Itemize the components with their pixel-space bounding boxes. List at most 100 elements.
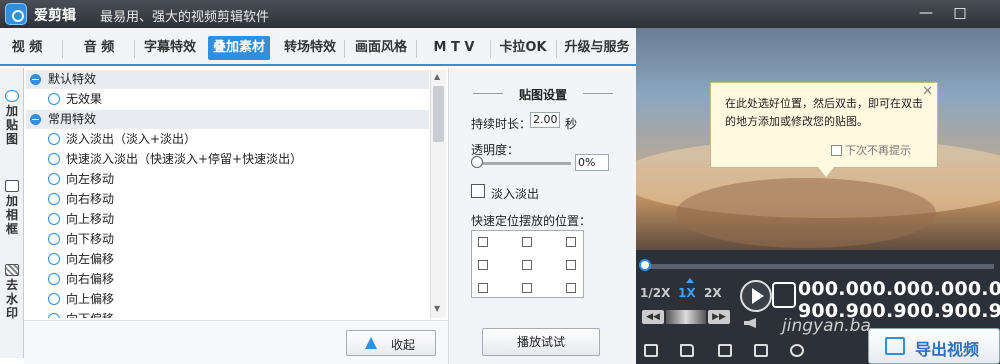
effect-label: 向下偏移: [66, 310, 114, 318]
position-bottom-right[interactable]: [566, 283, 576, 293]
radio-button[interactable]: [48, 253, 60, 265]
list-item[interactable]: 向右移动: [26, 190, 429, 209]
scroll-up-icon[interactable]: ▲: [434, 72, 440, 81]
tab-audio[interactable]: 音 频: [72, 36, 126, 60]
new-file-icon[interactable]: [644, 344, 658, 357]
side-tab-remove-watermark[interactable]: 去 水 印: [0, 250, 24, 320]
scroll-down-icon[interactable]: ▼: [434, 304, 440, 313]
fade-checkbox[interactable]: [471, 184, 485, 198]
position-bottom-center[interactable]: [522, 283, 532, 293]
radio-button[interactable]: [48, 93, 60, 105]
tab-divider: [416, 40, 417, 58]
share-icon[interactable]: [790, 344, 804, 357]
effect-label: 快速淡入淡出（快速淡入+停留+快速淡出）: [66, 152, 303, 166]
list-item[interactable]: 向左移动: [26, 170, 429, 189]
opacity-input[interactable]: 0%: [575, 154, 609, 171]
position-top-center[interactable]: [522, 237, 532, 247]
list-item[interactable]: 向上移动: [26, 210, 429, 229]
tab-overlay-materials[interactable]: 叠加素材: [208, 36, 270, 60]
tooltip-text: 在此处选好位置，然后双击，即可在双击的地方添加或修改您的贴图。: [725, 97, 923, 128]
title-bar: 爱剪辑 最易用、强大的视频剪辑软件 — □: [0, 0, 1000, 28]
tab-video[interactable]: 视 频: [4, 36, 50, 60]
radio-button[interactable]: [48, 313, 60, 318]
effect-label: 淡入淡出（淡入+淡出）: [66, 132, 197, 146]
tab-picture-style[interactable]: 画面风格: [350, 36, 412, 60]
radio-button[interactable]: [48, 213, 60, 225]
radio-button[interactable]: [48, 293, 60, 305]
help-icon[interactable]: [754, 344, 768, 357]
position-center[interactable]: [522, 260, 532, 270]
list-item[interactable]: 向左偏移: [26, 250, 429, 269]
list-item[interactable]: 淡入淡出（淡入+淡出）: [26, 130, 429, 149]
export-video-button[interactable]: 导出视频: [868, 328, 1000, 364]
step-forward-button[interactable]: ▶▶: [708, 310, 730, 324]
effect-list-scrollbar[interactable]: ▲ ▼: [430, 70, 446, 318]
list-item[interactable]: 快速淡入淡出（快速淡入+停留+快速淡出）: [26, 150, 429, 169]
group-header-default[interactable]: 默认特效: [26, 70, 429, 89]
minimize-button[interactable]: —: [916, 4, 936, 22]
tab-mtv[interactable]: M T V: [424, 36, 484, 60]
position-middle-left[interactable]: [478, 260, 488, 270]
radio-button[interactable]: [48, 153, 60, 165]
step-back-button[interactable]: ◀◀: [642, 310, 664, 324]
play-button[interactable]: [740, 280, 772, 312]
tab-karaoke[interactable]: 卡拉OK: [496, 36, 550, 60]
scroll-thumb[interactable]: [433, 86, 444, 142]
open-folder-icon[interactable]: [680, 344, 694, 357]
position-grid: [471, 230, 584, 298]
speed-1x[interactable]: 1X: [678, 286, 696, 300]
list-item[interactable]: 向右偏移: [26, 270, 429, 289]
radio-button[interactable]: [48, 273, 60, 285]
playback-progress-bar[interactable]: [642, 264, 994, 269]
hint-tooltip: 在此处选好位置，然后双击，即可在双击的地方添加或修改您的贴图。 ✕ 下次不再提示: [710, 82, 938, 168]
collapse-group-icon[interactable]: [30, 74, 41, 85]
collapse-button[interactable]: 收起: [346, 330, 436, 356]
tab-transitions[interactable]: 转场特效: [280, 36, 340, 60]
progress-handle[interactable]: [639, 259, 651, 271]
position-bottom-left[interactable]: [478, 283, 488, 293]
effect-label: 向左偏移: [66, 252, 115, 266]
speed-2x[interactable]: 2X: [704, 286, 722, 300]
effect-label: 向下移动: [66, 232, 115, 246]
tab-subtitle-effects[interactable]: 字幕特效: [140, 36, 200, 60]
tooltip-pointer: [818, 167, 834, 177]
side-tab-add-sticker[interactable]: 加 贴 图: [0, 76, 24, 146]
close-icon[interactable]: ✕: [922, 84, 933, 99]
speed-marker-icon: [686, 278, 694, 283]
step-slider[interactable]: [666, 310, 706, 324]
effect-label: 无效果: [66, 92, 103, 106]
sticker-settings-panel: 贴图设置 持续时长： 2.00 秒 透明度： 0% 淡入淡出 快速定位摆放的位置…: [448, 68, 636, 364]
list-item[interactable]: 向上偏移: [26, 290, 429, 309]
group-header-common[interactable]: 常用特效: [26, 110, 429, 129]
trial-play-button[interactable]: 播放试试: [482, 328, 600, 356]
list-item[interactable]: 向下移动: [26, 230, 429, 249]
list-item[interactable]: 向下偏移: [26, 310, 429, 318]
position-top-left[interactable]: [478, 237, 488, 247]
settings-title: 贴图设置: [518, 88, 567, 102]
volume-icon[interactable]: [744, 318, 756, 328]
preview-cloud: [676, 178, 936, 248]
position-top-right[interactable]: [566, 237, 576, 247]
collapse-label: 收起: [391, 338, 416, 352]
position-middle-right[interactable]: [566, 260, 576, 270]
list-item[interactable]: 无效果: [26, 90, 429, 109]
speed-half[interactable]: 1/2X: [640, 286, 670, 300]
tab-upgrade-service[interactable]: 升级与服务: [560, 36, 634, 60]
effect-list-footer: 收起: [24, 320, 448, 364]
timecode-line-1: 000.000.000.000.000: [798, 278, 1000, 300]
opacity-slider-handle[interactable]: [471, 156, 483, 168]
duration-label: 持续时长：: [471, 117, 532, 131]
opacity-slider[interactable]: [475, 162, 571, 165]
radio-button[interactable]: [48, 233, 60, 245]
radio-button[interactable]: [48, 173, 60, 185]
maximize-button[interactable]: □: [950, 4, 970, 22]
dont-show-again-checkbox[interactable]: [831, 145, 842, 156]
watermark-text: jingyan.ba: [782, 316, 871, 336]
radio-button[interactable]: [48, 193, 60, 205]
radio-button[interactable]: [48, 133, 60, 145]
duration-input[interactable]: 2.00: [530, 112, 560, 128]
collapse-group-icon[interactable]: [30, 114, 41, 125]
save-icon[interactable]: [718, 344, 732, 357]
side-tab-add-frame[interactable]: 加 相 框: [0, 166, 24, 236]
watermark-icon: [5, 264, 19, 276]
